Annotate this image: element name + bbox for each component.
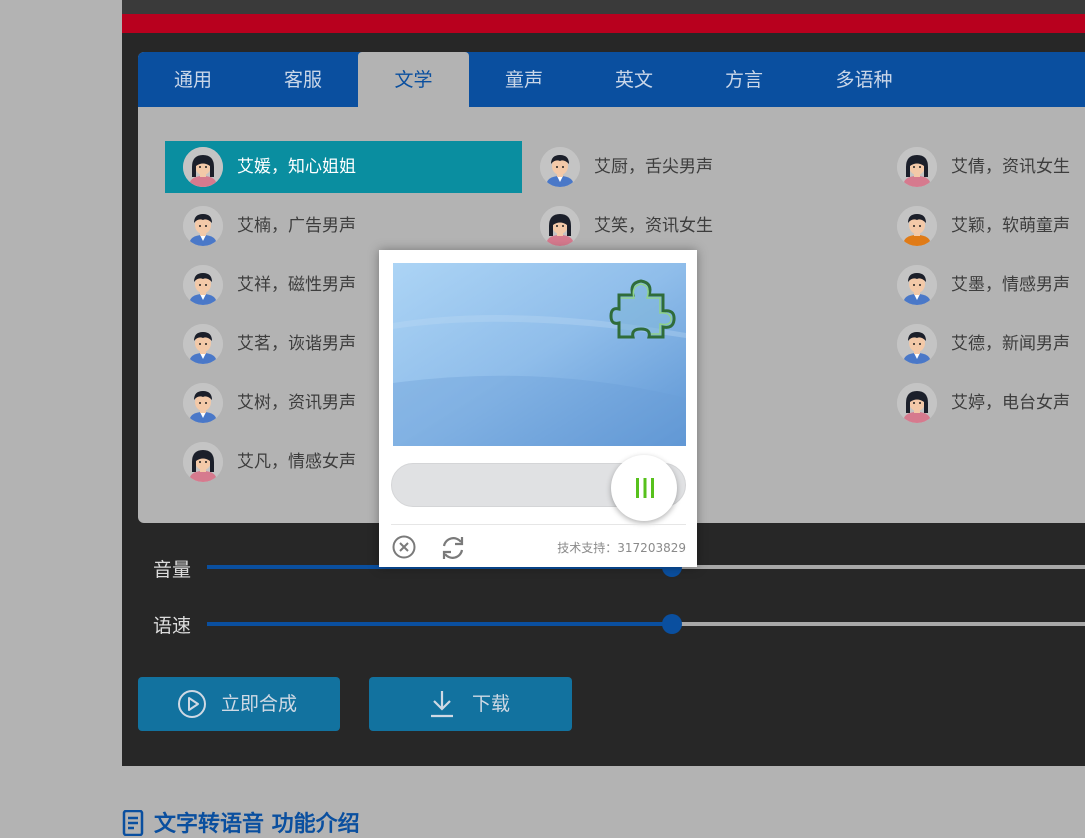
female-avatar-icon (183, 147, 223, 187)
red-accent-bar (122, 14, 1085, 33)
voice-option-label: 艾墨，情感男声 (951, 275, 1070, 295)
tab-child-voice[interactable]: 童声 (469, 52, 579, 107)
voice-option[interactable]: 艾墨，情感男声 (879, 259, 1085, 311)
child-avatar-icon (897, 206, 937, 246)
voice-option-label: 艾凡，情感女声 (237, 452, 356, 472)
section-title: 文字转语音 功能介绍 (154, 812, 360, 837)
voice-option[interactable]: 艾楠，广告男声 (165, 200, 522, 252)
voice-option[interactable]: 艾媛，知心姐姐 (165, 141, 522, 193)
captcha-support-text: 技术支持：317203829 (557, 541, 686, 555)
voice-option-label: 艾厨，舌尖男声 (594, 157, 713, 177)
speed-slider-knob[interactable] (662, 614, 683, 634)
female-avatar-icon (897, 383, 937, 423)
speed-slider[interactable] (207, 614, 1085, 634)
voice-option-label: 艾婷，电台女声 (951, 393, 1070, 413)
male-avatar-icon (897, 324, 937, 364)
slide-captcha: 技术支持：317203829 (379, 250, 697, 567)
voice-option-label: 艾茗，诙谐男声 (237, 334, 356, 354)
female-avatar-icon (540, 206, 580, 246)
close-icon[interactable] (392, 535, 416, 559)
voice-option-label: 艾祥，磁性男声 (237, 275, 356, 295)
captcha-image (393, 263, 686, 446)
volume-label: 音量 (153, 559, 192, 581)
voice-option-label: 艾楠，广告男声 (237, 216, 356, 236)
tab-literature[interactable]: 文学 (358, 52, 469, 107)
voice-option[interactable]: 艾倩，资讯女生 (879, 141, 1085, 193)
refresh-icon[interactable] (439, 535, 467, 561)
synthesize-button[interactable]: 立即合成 (138, 677, 340, 731)
voice-option[interactable]: 艾颖，软萌童声 (879, 200, 1085, 252)
voice-option-label: 艾笑，资讯女生 (594, 216, 713, 236)
tab-multilingual[interactable]: 多语种 (799, 52, 929, 107)
download-icon (431, 691, 453, 718)
top-strip (122, 0, 1085, 14)
grip-bars-icon (635, 478, 654, 498)
voice-option-label: 艾树，资讯男声 (237, 393, 356, 413)
female-avatar-icon (897, 147, 937, 187)
captcha-footer: 技术支持：317203829 (391, 524, 686, 568)
category-tab-bar: 通用 客服 文学 童声 英文 方言 多语种 (138, 52, 1085, 107)
play-circle-icon (178, 690, 206, 718)
male-avatar-icon (897, 265, 937, 305)
synthesize-button-label: 立即合成 (221, 693, 298, 715)
tab-customer-service[interactable]: 客服 (248, 52, 358, 107)
voice-option[interactable]: 艾德，新闻男声 (879, 318, 1085, 370)
captcha-slide-track[interactable] (391, 455, 686, 521)
captcha-background-image (393, 263, 686, 446)
voice-option[interactable]: 艾婷，电台女声 (879, 377, 1085, 429)
tab-dialect[interactable]: 方言 (689, 52, 799, 107)
document-icon (122, 810, 144, 836)
tab-english[interactable]: 英文 (579, 52, 689, 107)
male-avatar-icon (540, 147, 580, 187)
download-button[interactable]: 下载 (369, 677, 572, 731)
male-avatar-icon (183, 206, 223, 246)
male-avatar-icon (183, 265, 223, 305)
captcha-slide-handle[interactable] (610, 455, 677, 521)
tab-general[interactable]: 通用 (138, 52, 248, 107)
male-avatar-icon (183, 383, 223, 423)
download-button-label: 下载 (472, 693, 511, 715)
voice-option-label: 艾颖，软萌童声 (951, 216, 1070, 236)
voice-option[interactable]: 艾厨，舌尖男声 (522, 141, 879, 193)
male-avatar-icon (183, 324, 223, 364)
voice-option-label: 艾媛，知心姐姐 (237, 157, 356, 177)
voice-option[interactable]: 艾笑，资讯女生 (522, 200, 879, 252)
speed-slider-fill (207, 622, 673, 626)
voice-option-label: 艾德，新闻男声 (951, 334, 1070, 354)
voice-option-label: 艾倩，资讯女生 (951, 157, 1070, 177)
speed-label: 语速 (153, 615, 192, 637)
female-avatar-icon (183, 442, 223, 482)
